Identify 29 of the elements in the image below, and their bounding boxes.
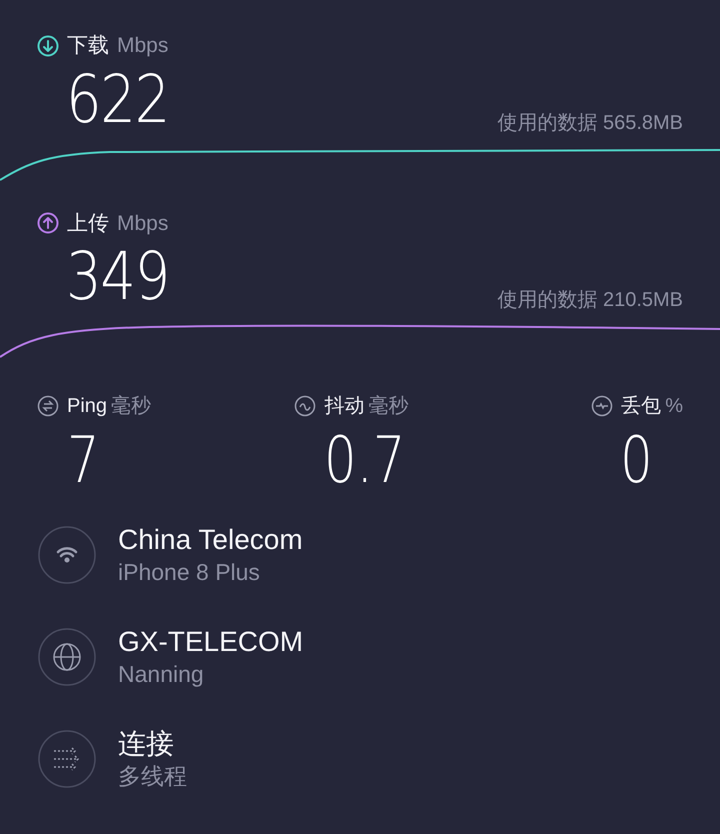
stat-label: Ping	[67, 394, 108, 419]
info-title: 连接	[118, 727, 175, 761]
stat-unit: %	[665, 394, 683, 419]
speed-label: 下载	[67, 33, 109, 59]
info-subtitle: 多线程	[118, 762, 187, 791]
speed-value: 349	[66, 237, 169, 317]
speed-label: 上传	[67, 210, 109, 236]
ping-icon	[37, 395, 59, 417]
info-title: China Telecom	[118, 523, 303, 557]
stat-value: 0	[620, 423, 653, 500]
pulse-icon	[591, 395, 614, 417]
stat-label: 抖动	[324, 394, 364, 419]
globe-icon	[37, 627, 97, 687]
connections-icon	[37, 729, 97, 789]
wave-icon	[294, 395, 316, 417]
speed-value: 622	[66, 60, 169, 140]
info-subtitle: iPhone 8 Plus	[118, 558, 261, 587]
stat-value: 7	[67, 423, 100, 500]
info-subtitle: Nanning	[118, 660, 205, 689]
data-used-text: 使用的数据 565.8MB	[497, 110, 683, 136]
data-used-text: 使用的数据 210.5MB	[497, 288, 683, 313]
speed-unit: Mbps	[117, 33, 168, 59]
stat-unit: 毫秒	[368, 394, 408, 419]
speed-unit: Mbps	[117, 210, 168, 236]
stat-unit: 毫秒	[111, 394, 152, 419]
info-title: GX-TELECOM	[118, 625, 304, 659]
stat-value: 0.7	[324, 423, 406, 500]
stat-label: 丢包	[621, 394, 662, 419]
wifi-icon	[37, 525, 97, 585]
